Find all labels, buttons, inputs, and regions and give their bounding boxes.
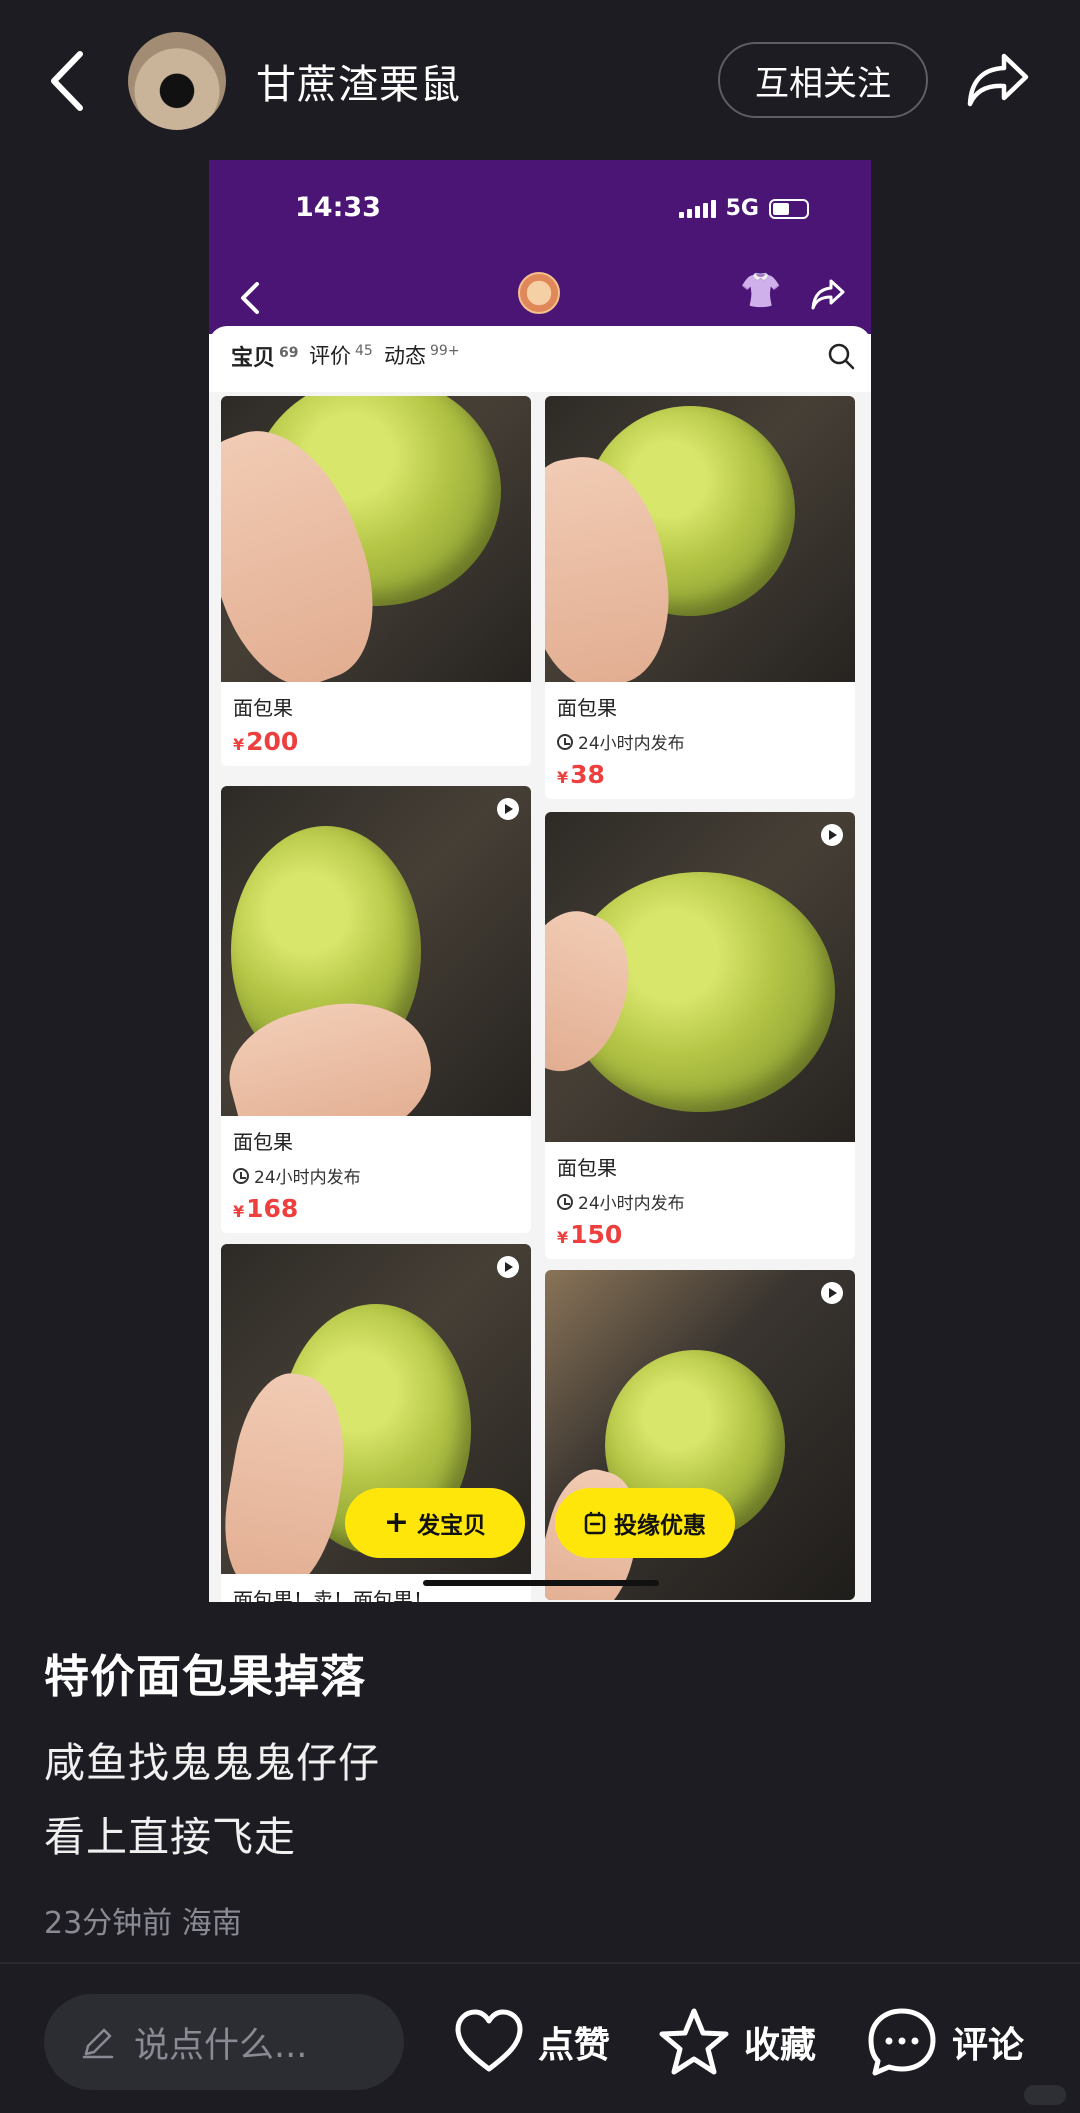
- post-location: 海南: [181, 1906, 242, 1941]
- pencil-icon: [82, 2028, 114, 2059]
- shop-share-icon[interactable]: [811, 278, 845, 310]
- tab-count: 69: [279, 344, 299, 361]
- currency-symbol: ¥: [233, 1202, 245, 1221]
- promo-label: 投缘优惠: [614, 1513, 706, 1539]
- divider: [0, 1962, 1080, 1964]
- shop-header: 14:33 5G 👚: [209, 160, 871, 334]
- comment-placeholder: 说点什么...: [134, 2025, 308, 2066]
- item-card[interactable]: 面包果 24小时内发布 ¥168: [221, 786, 531, 1233]
- chat-bubble-icon: [868, 2008, 936, 2076]
- price-value: 200: [246, 727, 299, 756]
- signal-icon: [678, 199, 716, 218]
- item-price: ¥38: [557, 760, 855, 789]
- item-title: 面包果！卖！面包果！: [233, 1588, 433, 1602]
- price-value: 168: [246, 1194, 299, 1223]
- item-photo: [545, 812, 855, 1142]
- post-body-line: 看上直接飞走: [44, 1813, 296, 1861]
- new-badge: 24小时内发布: [557, 1189, 855, 1214]
- post-body-line: 咸鱼找鬼鬼鬼仔仔: [44, 1739, 380, 1787]
- video-play-icon: [821, 1282, 843, 1304]
- collect-label: 收藏: [744, 2025, 817, 2066]
- item-card[interactable]: 面包果 24小时内发布 ¥38: [545, 396, 855, 799]
- post-time: 23分钟前: [44, 1906, 173, 1941]
- currency-symbol: ¥: [233, 735, 245, 754]
- post-body: 咸鱼找鬼鬼鬼仔仔 看上直接飞走: [44, 1726, 380, 1874]
- post-item-label: 发宝贝: [417, 1513, 487, 1539]
- username[interactable]: 甘蔗渣栗鼠: [256, 52, 461, 110]
- item-title: 面包果: [233, 696, 293, 720]
- tab-reviews[interactable]: 评价 45: [309, 340, 373, 370]
- dress-up-icon[interactable]: 👚: [739, 268, 783, 314]
- badge-text: 24小时内发布: [254, 1168, 361, 1188]
- tab-label: 宝贝: [231, 346, 276, 371]
- heart-icon: [455, 2009, 523, 2072]
- search-icon[interactable]: [827, 342, 855, 370]
- clock-icon: [233, 1167, 249, 1184]
- tab-label: 评价: [309, 344, 351, 368]
- currency-symbol: ¥: [557, 768, 569, 787]
- item-card[interactable]: 面包果 24小时内发布 ¥150: [545, 812, 855, 1259]
- post-item-button[interactable]: + 发宝贝: [345, 1488, 525, 1558]
- comment-label: 评论: [952, 2025, 1025, 2066]
- promo-button[interactable]: 投缘优惠: [555, 1488, 735, 1558]
- shop-avatar[interactable]: [518, 272, 560, 314]
- status-bar: 5G: [678, 196, 809, 221]
- item-title: 面包果: [233, 1130, 293, 1154]
- price-value: 38: [570, 760, 605, 789]
- home-indicator: [423, 1580, 659, 1586]
- like-button[interactable]: 点赞: [454, 2000, 610, 2084]
- video-play-icon: [497, 798, 519, 820]
- new-badge: 24小时内发布: [233, 1163, 531, 1188]
- video-play-icon: [821, 824, 843, 846]
- watermark-badge: [1024, 2085, 1066, 2105]
- post-meta: 23分钟前 海南: [44, 1898, 242, 1942]
- plus-icon: +: [383, 1505, 410, 1540]
- shop-tabs: 宝贝 69 评价 45 动态 99+: [209, 326, 871, 384]
- tab-label: 动态: [384, 344, 426, 368]
- item-card[interactable]: 面包果 ¥200: [221, 396, 531, 766]
- item-photo: [221, 786, 531, 1116]
- badge-text: 24小时内发布: [578, 1194, 685, 1214]
- embedded-screenshot: 14:33 5G 👚 宝贝 69 评价 45 动态 99+ 面包果 ¥200 面…: [209, 160, 871, 1602]
- status-time: 14:33: [295, 192, 381, 223]
- clock-icon: [557, 1193, 573, 1210]
- post-title: 特价面包果掉落: [44, 1650, 367, 1703]
- tab-count: 45: [355, 343, 373, 359]
- price-value: 150: [570, 1220, 623, 1249]
- follow-button[interactable]: 互相关注: [718, 42, 928, 118]
- tab-moments[interactable]: 动态 99+: [384, 340, 460, 370]
- battery-icon: [769, 198, 809, 219]
- badge-text: 24小时内发布: [578, 734, 685, 754]
- new-badge: 24小时内发布: [557, 729, 855, 754]
- user-avatar[interactable]: [128, 32, 226, 130]
- network-label: 5G: [725, 196, 759, 221]
- item-grid: 面包果 ¥200 面包果 24小时内发布 ¥38 面包果 24小时内发布 ¥16…: [209, 392, 871, 1602]
- top-bar: 甘蔗渣栗鼠 互相关注: [0, 0, 1080, 160]
- comment-input[interactable]: 说点什么...: [44, 1994, 404, 2090]
- shop-back-icon[interactable]: [237, 280, 263, 316]
- item-price: ¥200: [233, 727, 531, 756]
- item-title: 面包果: [557, 696, 617, 720]
- tab-items[interactable]: 宝贝 69: [231, 340, 299, 376]
- like-label: 点赞: [538, 2025, 611, 2066]
- share-icon[interactable]: [966, 50, 1030, 108]
- item-photo: [221, 396, 531, 682]
- comment-button[interactable]: 评论: [866, 2000, 1024, 2084]
- video-play-icon: [497, 1256, 519, 1278]
- tab-count: 99+: [430, 343, 460, 359]
- star-icon: [659, 2008, 729, 2075]
- item-price: ¥150: [557, 1220, 855, 1249]
- item-photo: [545, 396, 855, 682]
- back-icon[interactable]: [48, 50, 88, 112]
- collect-button[interactable]: 收藏: [658, 2000, 816, 2084]
- coupon-icon: [584, 1511, 606, 1535]
- clock-icon: [557, 733, 573, 750]
- item-title: 面包果: [557, 1156, 617, 1180]
- currency-symbol: ¥: [557, 1228, 569, 1247]
- item-price: ¥168: [233, 1194, 531, 1223]
